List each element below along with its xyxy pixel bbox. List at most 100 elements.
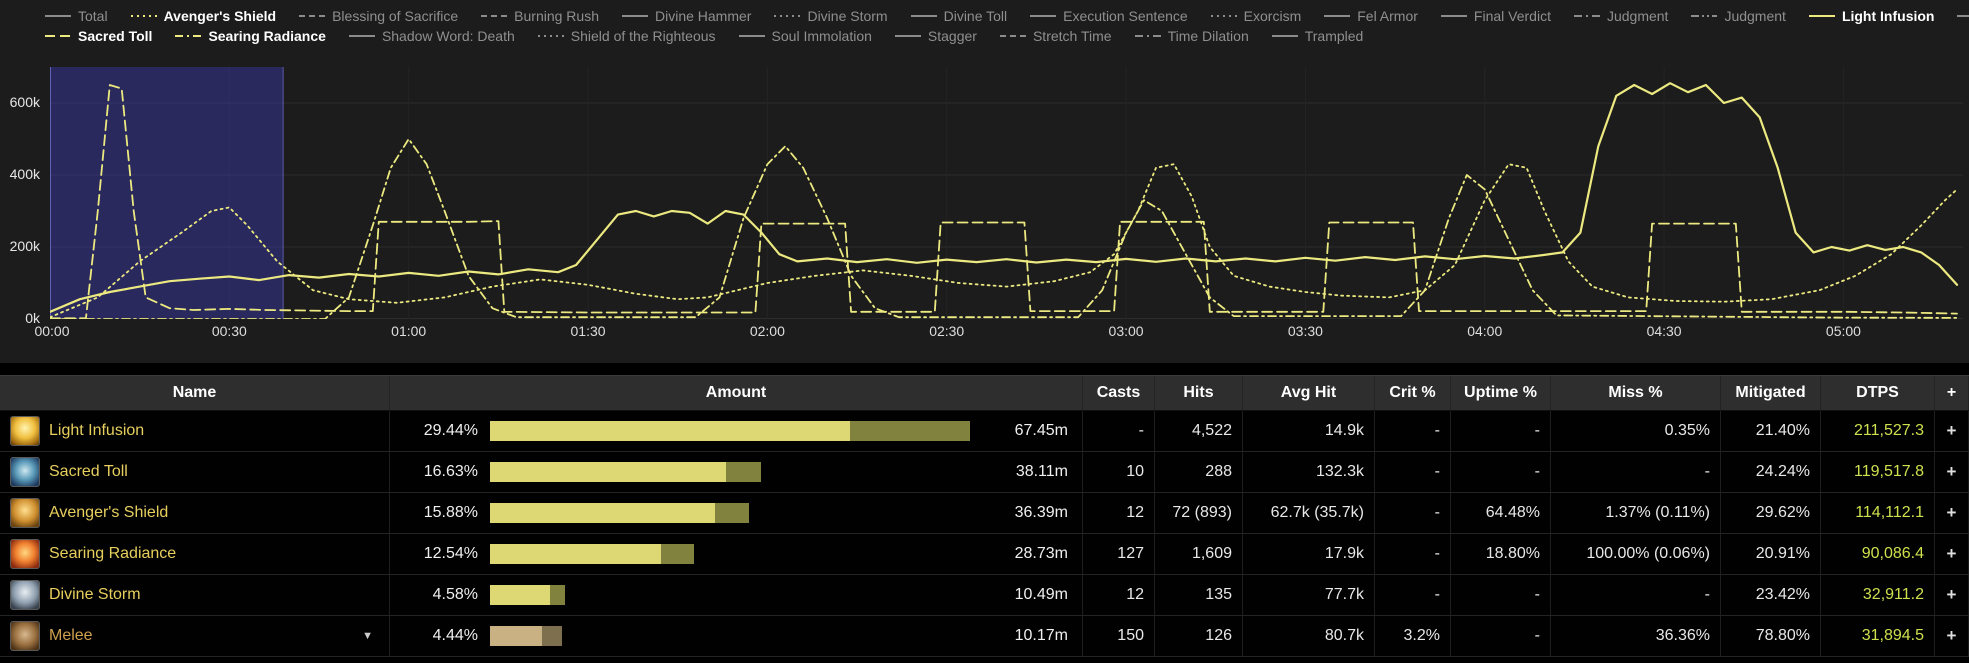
x-axis-labels: 00:00 00:30 01:00 01:30 02:00 02:30 03:00 03:30… — [0, 323, 1969, 345]
section-divider — [0, 363, 1969, 375]
column-header-uptime[interactable]: Uptime % — [1451, 376, 1551, 410]
legend-item-execution-sentence[interactable]: Execution Sentence — [1029, 8, 1188, 24]
ability-name-link[interactable]: Sacred Toll — [49, 463, 128, 481]
legend-item-stagger[interactable]: Stagger — [894, 28, 977, 44]
legend-item-label: Final Verdict — [1473, 8, 1551, 24]
cell-uptime: 18.80% — [1451, 534, 1551, 574]
legend-item-label: Judgment — [1606, 8, 1669, 24]
amount-bar-unmitigated — [490, 626, 542, 646]
legend-item-label: Stagger — [927, 28, 977, 44]
cell-miss: - — [1551, 452, 1721, 492]
legend-item-total[interactable]: Total — [44, 8, 108, 24]
legend-item-divine-toll[interactable]: Divine Toll — [910, 8, 1007, 24]
row-add-filter-button[interactable]: + — [1947, 585, 1957, 605]
column-header-name[interactable]: Name — [0, 376, 390, 410]
cell-amount: 15.88% 36.39m — [390, 493, 1083, 533]
amount-value: 67.45m — [1014, 422, 1068, 439]
cell-uptime: 64.48% — [1451, 493, 1551, 533]
column-header-miss[interactable]: Miss % — [1551, 376, 1721, 410]
legend-item-avenger-s-shield[interactable]: Avenger's Shield — [130, 8, 276, 24]
melee-icon[interactable] — [10, 621, 40, 651]
legend-item-label: Shield of the Righteous — [570, 28, 716, 44]
chart-panel: Total Avenger's Shield Blessing of Sacrifi… — [0, 0, 1969, 363]
legend-item-trampled[interactable]: Trampled — [1271, 28, 1363, 44]
cell-amount: 29.44% 67.45m — [390, 411, 1083, 451]
row-add-filter-button[interactable]: + — [1947, 462, 1957, 482]
ability-name-link[interactable]: Light Infusion — [49, 422, 144, 440]
row-add-filter-button[interactable]: + — [1947, 544, 1957, 564]
legend-line-sample-icon — [537, 35, 564, 37]
table-row: Sacred Toll 16.63% 38.11m 10 288 132.3k - - -24.… — [0, 452, 1969, 493]
column-header-hits[interactable]: Hits — [1155, 376, 1243, 410]
legend-item-burning-rush[interactable]: Burning Rush — [480, 8, 599, 24]
amount-bar-unmitigated — [490, 503, 715, 523]
sacred-toll-icon[interactable] — [10, 457, 40, 487]
series-line-avenger-s-shield — [49, 163, 1958, 319]
amount-bar-unmitigated — [490, 462, 726, 482]
column-header-avg_hit[interactable]: Avg Hit — [1243, 376, 1375, 410]
legend-item-judgment[interactable]: Judgment — [1573, 8, 1668, 24]
cell-plus: + — [1935, 452, 1969, 492]
amount-bar — [490, 544, 972, 564]
dtps-line-chart[interactable] — [48, 67, 1963, 320]
amount-bar — [490, 503, 972, 523]
x-tick-label: 02:00 — [749, 323, 785, 339]
legend-item-shield-of-the-righteous[interactable]: Shield of the Righteous — [537, 28, 716, 44]
legend-line-sample-icon — [348, 35, 375, 37]
legend-item-fel-armor[interactable]: Fel Armor — [1323, 8, 1418, 24]
cell-casts: 12 — [1083, 493, 1155, 533]
ability-name-link[interactable]: Searing Radiance — [49, 545, 176, 563]
row-add-filter-button[interactable]: + — [1947, 626, 1957, 646]
amount-percent: 15.88% — [423, 504, 478, 521]
x-tick-label: 04:30 — [1646, 323, 1682, 339]
series-line-searing-radiance — [49, 138, 1958, 320]
cell-hits: 1,609 — [1155, 534, 1243, 574]
ability-name-link[interactable]: Melee — [49, 627, 93, 645]
chart-legend: Total Avenger's Shield Blessing of Sacrifi… — [0, 0, 1969, 51]
amount-percent: 4.44% — [432, 627, 478, 644]
legend-line-sample-icon — [1030, 15, 1057, 17]
ability-name-link[interactable]: Divine Storm — [49, 586, 141, 604]
ability-name-link[interactable]: Avenger's Shield — [49, 504, 168, 522]
row-add-filter-button[interactable]: + — [1947, 421, 1957, 441]
legend-item-melee[interactable]: Melee — [1956, 8, 1969, 24]
x-tick-label: 01:00 — [391, 323, 427, 339]
chart-plot-area[interactable] — [48, 67, 1963, 320]
column-header-mitigated[interactable]: Mitigated — [1721, 376, 1821, 410]
cell-uptime: - — [1451, 411, 1551, 451]
legend-line-sample-icon — [175, 35, 202, 37]
avengers-shield-icon[interactable] — [10, 498, 40, 528]
column-header-casts[interactable]: Casts — [1083, 376, 1155, 410]
legend-item-stretch-time[interactable]: Stretch Time — [999, 28, 1112, 44]
x-tick-label: 01:30 — [570, 323, 606, 339]
legend-item-time-dilation[interactable]: Time Dilation — [1134, 28, 1249, 44]
cell-avg_hit: 14.9k — [1243, 411, 1375, 451]
legend-item-divine-storm[interactable]: Divine Storm — [773, 8, 888, 24]
legend-item-judgment[interactable]: Judgment — [1690, 8, 1786, 24]
row-add-filter-button[interactable]: + — [1947, 503, 1957, 523]
legend-item-shadow-word-death[interactable]: Shadow Word: Death — [348, 28, 515, 44]
legend-line-sample-icon — [1808, 15, 1835, 17]
divine-storm-icon[interactable] — [10, 580, 40, 610]
legend-item-label: Searing Radiance — [208, 28, 326, 44]
legend-item-blessing-of-sacrifice[interactable]: Blessing of Sacrifice — [298, 8, 458, 24]
legend-item-final-verdict[interactable]: Final Verdict — [1440, 8, 1551, 24]
expand-caret-icon[interactable]: ▼ — [362, 630, 373, 642]
searing-radiance-icon[interactable] — [10, 539, 40, 569]
column-header-dtps[interactable]: DTPS — [1821, 376, 1935, 410]
amount-bar — [490, 462, 972, 482]
cell-plus: + — [1935, 493, 1969, 533]
legend-item-label: Light Infusion — [1841, 8, 1935, 24]
legend-item-light-infusion[interactable]: Light Infusion — [1808, 8, 1935, 24]
legend-line-sample-icon — [299, 15, 326, 17]
legend-item-exorcism[interactable]: Exorcism — [1210, 8, 1301, 24]
column-header-plus[interactable]: + — [1935, 376, 1969, 410]
column-header-crit[interactable]: Crit % — [1375, 376, 1451, 410]
legend-item-divine-hammer[interactable]: Divine Hammer — [621, 8, 751, 24]
light-infusion-icon[interactable] — [10, 416, 40, 446]
legend-item-soul-immolation[interactable]: Soul Immolation — [738, 28, 872, 44]
legend-item-sacred-toll[interactable]: Sacred Toll — [44, 28, 152, 44]
column-header-amount[interactable]: Amount — [390, 376, 1083, 410]
legend-item-searing-radiance[interactable]: Searing Radiance — [174, 28, 326, 44]
cell-miss: 100.00% (0.06%) — [1551, 534, 1721, 574]
